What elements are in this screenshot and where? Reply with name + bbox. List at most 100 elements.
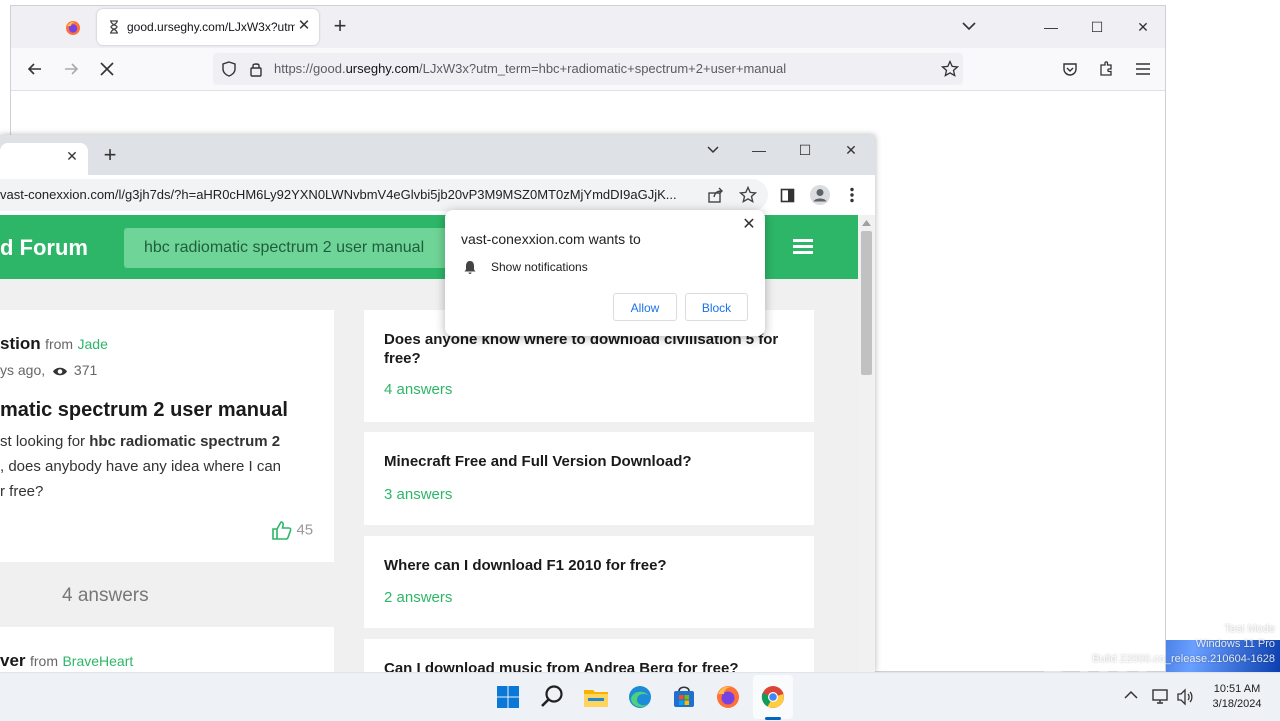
bookmark-star-icon[interactable]	[739, 186, 757, 204]
permission-description: Show notifications	[491, 260, 588, 274]
allow-button[interactable]: Allow	[613, 293, 677, 321]
question-title: matic spectrum 2 user manual	[0, 399, 288, 421]
eye-icon	[53, 367, 68, 376]
hamburger-menu-icon[interactable]	[1135, 62, 1151, 76]
related-question-answers[interactable]: 2 answers	[384, 589, 452, 606]
related-question-answers[interactable]: 4 answers	[384, 381, 452, 398]
more-vertical-icon[interactable]	[849, 187, 855, 203]
taskbar-clock[interactable]: 10:51 AM 3/18/2024	[1204, 682, 1270, 712]
padlock-icon[interactable]	[249, 61, 263, 77]
test-mode-line: Test Mode	[1224, 623, 1275, 635]
answers-count-heading: 4 answers	[62, 585, 149, 606]
question-heading: stion	[0, 334, 41, 353]
firefox-tab-active[interactable]: good.urseghy.com/LJxW3x?utm_term=hbc+rad…	[97, 9, 319, 45]
from-label: from	[29, 653, 58, 669]
hourglass-icon	[110, 20, 118, 34]
firefox-tab-title: good.urseghy.com/LJxW3x?utm_term=hbc+rad…	[127, 20, 295, 34]
show-hidden-icons-chevron-icon[interactable]	[1124, 690, 1138, 700]
chrome-url-text[interactable]: vast-conexxion.com/l/g3jh7ds/?h=aHR0cHM6…	[0, 187, 695, 202]
maximize-button[interactable]: ☐	[790, 135, 820, 165]
site-logo[interactable]: d Forum	[0, 235, 88, 261]
new-tab-button[interactable]: +	[100, 144, 120, 166]
windows-taskbar: 10:51 AM 3/18/2024	[0, 672, 1280, 721]
volume-icon[interactable]	[1176, 688, 1194, 706]
related-question-title[interactable]: Where can I download F1 2010 for free?	[384, 556, 794, 575]
tab-close-icon[interactable]: ✕	[64, 148, 80, 164]
question-body-line2: , does anybody have any idea where I can	[0, 458, 282, 475]
like-count: 45	[296, 521, 314, 539]
question-card: stion from Jade ys ago, 371 matic spectr…	[0, 310, 334, 562]
related-question-card[interactable]: Minecraft Free and Full Version Download…	[364, 432, 814, 525]
forward-arrow-icon[interactable]	[63, 61, 79, 77]
close-window-button[interactable]: ✕	[836, 135, 866, 165]
bell-icon	[464, 261, 476, 274]
scrollbar-thumb[interactable]	[861, 231, 872, 375]
tab-close-icon[interactable]: ✕	[295, 17, 313, 35]
post-age: ys ago,	[0, 362, 46, 378]
question-body-line1: st looking for	[0, 433, 90, 450]
close-window-button[interactable]: ✕	[1128, 12, 1158, 42]
firefox-logo-icon	[66, 21, 80, 35]
related-question-answers[interactable]: 3 answers	[384, 486, 452, 503]
permission-dialog-title: vast-conexxion.com wants to	[461, 231, 641, 247]
related-question-title[interactable]: Can I download music from Andrea Berg fo…	[384, 659, 794, 672]
site-menu-icon[interactable]	[793, 239, 813, 255]
like-button[interactable]: 45	[272, 520, 313, 540]
from-label: from	[45, 336, 74, 352]
pocket-icon[interactable]	[1062, 61, 1078, 77]
microsoft-store-icon[interactable]	[668, 681, 700, 713]
block-button[interactable]: Block	[685, 293, 748, 321]
related-question-card[interactable]: Where can I download F1 2010 for free? 2…	[364, 536, 814, 628]
test-mode-line: Build 22000.co_release.210604-1628	[1092, 653, 1275, 665]
minimize-button[interactable]: —	[1036, 12, 1066, 42]
side-panel-icon[interactable]	[780, 188, 795, 203]
firefox-url-text[interactable]: https://good.urseghy.com/LJxW3x?utm_term…	[274, 61, 786, 76]
edge-browser-icon[interactable]	[624, 681, 656, 713]
thumbs-up-icon	[272, 521, 292, 540]
firefox-url-bar[interactable]: https://good.urseghy.com/LJxW3x?utm_term…	[213, 53, 963, 85]
profile-avatar-icon[interactable]	[809, 184, 831, 206]
list-all-tabs-chevron-icon[interactable]	[954, 12, 984, 42]
notification-permission-dialog: vast-conexxion.com wants to ✕ Show notif…	[445, 210, 765, 336]
site-search-input[interactable]: hbc radiomatic spectrum 2 user manual	[124, 228, 454, 268]
bookmark-star-icon[interactable]	[941, 60, 959, 78]
chrome-tab-strip: ✕ + — ☐ ✕	[0, 135, 875, 175]
share-icon[interactable]	[707, 186, 725, 204]
related-question-card[interactable]: Can I download music from Andrea Berg fo…	[364, 639, 814, 672]
chrome-tab-active[interactable]: ✕	[0, 143, 88, 175]
test-mode-watermark: Test Mode Windows 11 Pro Build 22000.co_…	[1092, 622, 1275, 667]
scroll-up-arrow-icon[interactable]	[862, 220, 871, 226]
answer-heading: ver	[0, 651, 26, 670]
windows-start-icon[interactable]	[492, 681, 524, 713]
back-arrow-icon[interactable]	[27, 61, 43, 77]
view-count: 371	[73, 362, 98, 378]
file-explorer-icon[interactable]	[580, 681, 612, 713]
firefox-taskbar-icon[interactable]	[712, 681, 744, 713]
related-question-title[interactable]: Minecraft Free and Full Version Download…	[384, 452, 794, 471]
chrome-taskbar-icon[interactable]	[757, 681, 789, 713]
firefox-tab-strip: good.urseghy.com/LJxW3x?utm_term=hbc+rad…	[11, 6, 1165, 48]
minimize-button[interactable]: —	[744, 135, 774, 165]
firefox-nav-toolbar: https://good.urseghy.com/LJxW3x?utm_term…	[11, 48, 1165, 91]
new-tab-button[interactable]: +	[329, 15, 351, 38]
site-search-text: hbc radiomatic spectrum 2 user manual	[144, 239, 425, 256]
test-mode-line: Windows 11 Pro	[1195, 638, 1275, 650]
desktop-background	[1166, 0, 1280, 672]
stop-loading-icon[interactable]	[98, 60, 116, 78]
tracking-protection-shield-icon[interactable]	[221, 61, 237, 77]
firefox-tab-previous[interactable]	[51, 14, 95, 42]
question-body-line3: r free?	[0, 483, 44, 500]
dialog-close-icon[interactable]: ✕	[740, 216, 758, 234]
author-link[interactable]: BraveHeart	[62, 653, 133, 669]
author-link[interactable]: Jade	[78, 336, 108, 352]
clock-time: 10:51 AM	[1213, 683, 1261, 695]
extensions-puzzle-icon[interactable]	[1098, 60, 1115, 77]
tab-search-chevron-icon[interactable]	[698, 135, 728, 165]
network-icon[interactable]	[1150, 688, 1170, 706]
chrome-omnibox[interactable]: vast-conexxion.com/l/g3jh7ds/?h=aHR0cHM6…	[0, 179, 768, 211]
question-body-keyword: hbc radiomatic spectrum 2	[89, 433, 281, 450]
search-icon[interactable]	[536, 681, 568, 713]
answer-card: ver from BraveHeart	[0, 627, 334, 672]
maximize-button[interactable]: ☐	[1082, 12, 1112, 42]
page-scrollbar[interactable]	[858, 215, 875, 672]
